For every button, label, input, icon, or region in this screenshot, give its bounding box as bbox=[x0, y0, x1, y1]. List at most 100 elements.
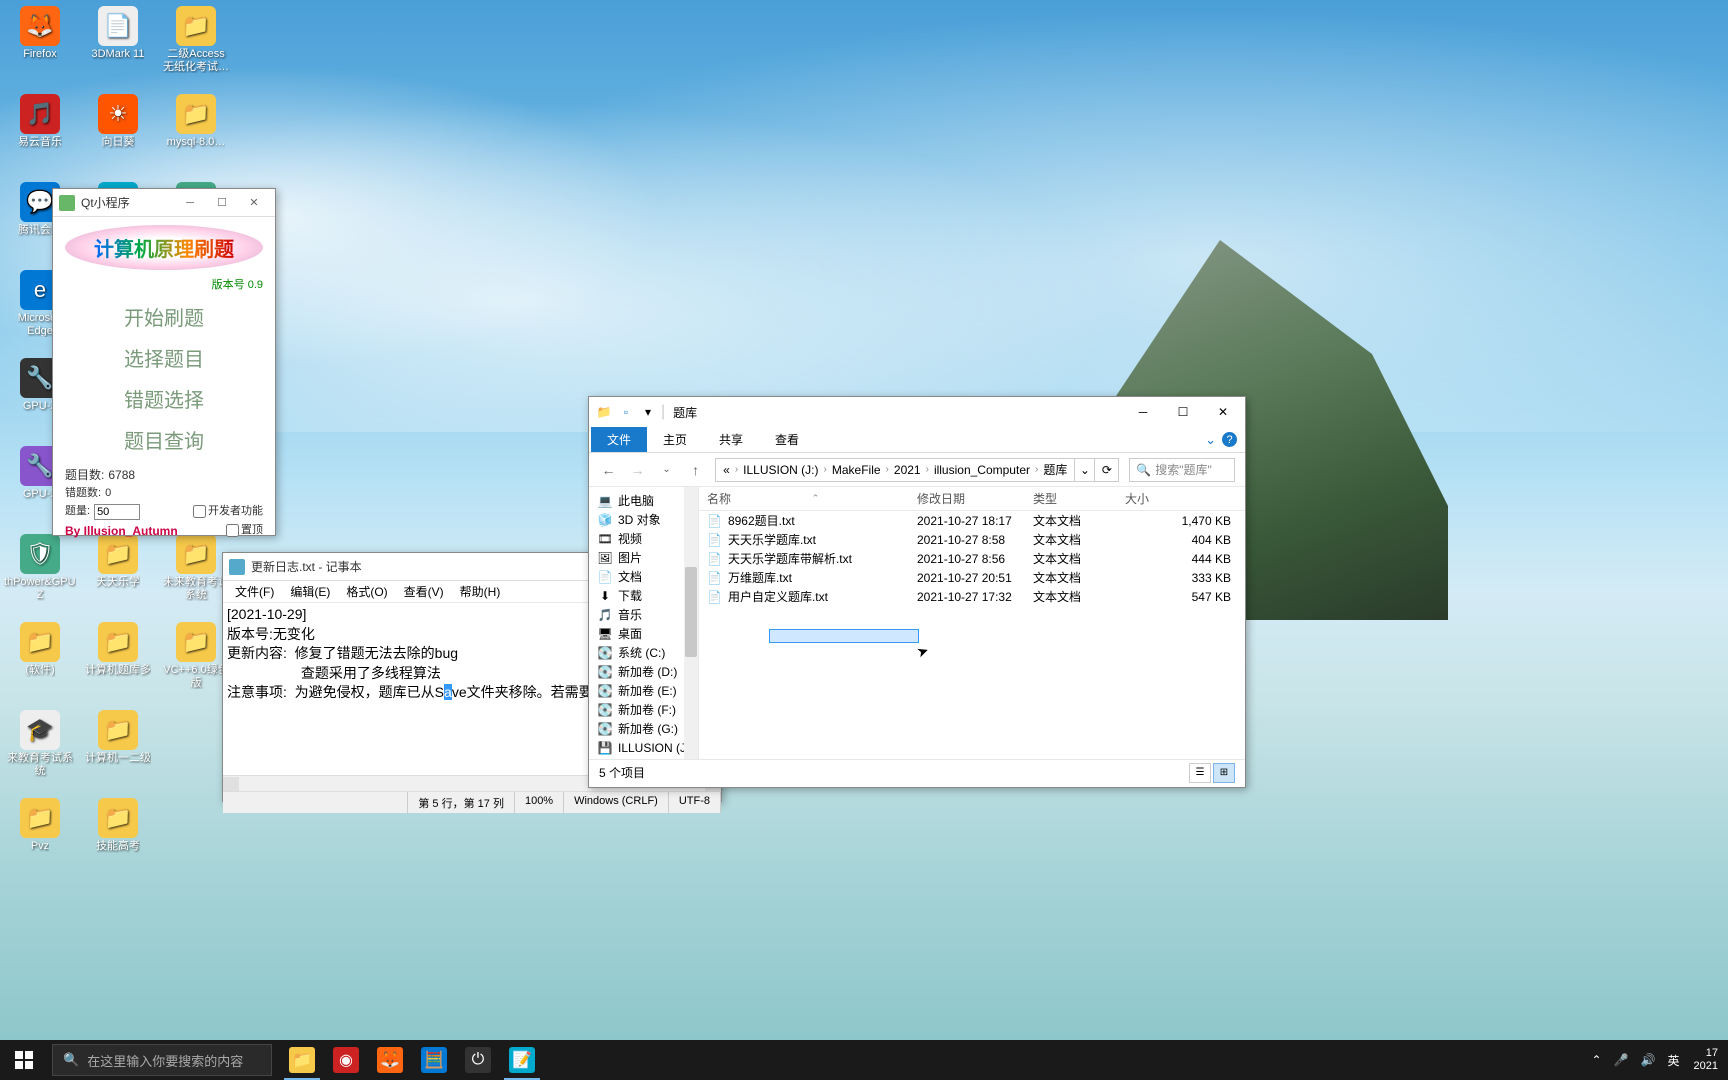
desktop-icon[interactable]: 📁(软件) bbox=[6, 622, 74, 698]
breadcrumb-separator-icon[interactable]: › bbox=[886, 464, 889, 475]
nav-forward-button[interactable]: → bbox=[628, 459, 647, 481]
file-row[interactable]: 📄用户自定义题库.txt2021-10-27 17:32文本文档547 KB bbox=[699, 587, 1245, 606]
tree-item[interactable]: 🎵音乐 bbox=[597, 605, 698, 624]
file-row[interactable]: 📄万维题库.txt2021-10-27 20:51文本文档333 KB bbox=[699, 568, 1245, 587]
desktop-icon[interactable]: 🎓来教育考试系统 bbox=[6, 710, 74, 786]
tray-clock[interactable]: 17 2021 bbox=[1686, 1047, 1726, 1073]
notepad-menu-4[interactable]: 帮助(H) bbox=[452, 581, 509, 602]
search-box[interactable]: 🔍 搜索"题库" bbox=[1129, 458, 1235, 482]
qt-pin-checkbox[interactable]: 置顶 bbox=[226, 522, 263, 540]
column-type[interactable]: 类型 bbox=[1025, 487, 1117, 510]
ribbon-tab-view[interactable]: 查看 bbox=[759, 427, 815, 452]
taskbar-item[interactable]: 📁 bbox=[280, 1040, 324, 1080]
breadcrumb-item[interactable]: ILLUSION (J:) bbox=[740, 463, 821, 477]
qt-menu-item-3[interactable]: 题目查询 bbox=[65, 419, 263, 460]
breadcrumb-item[interactable]: 题库 bbox=[1040, 461, 1070, 478]
tree-item[interactable]: 🧊3D 对象 bbox=[597, 510, 698, 529]
desktop-icon[interactable]: 📁技能高考 bbox=[84, 798, 152, 874]
tree-scrollbar[interactable] bbox=[684, 487, 698, 759]
breadcrumb-item[interactable]: 2021 bbox=[891, 463, 924, 477]
taskbar-search[interactable]: 🔍 在这里输入你要搜索的内容 bbox=[52, 1044, 272, 1076]
tree-item[interactable]: 🎞视频 bbox=[597, 529, 698, 548]
qt-count-input[interactable] bbox=[94, 504, 140, 520]
explorer-titlebar[interactable]: 📁 ▫ ▾ | 题库 ─ ☐ ✕ bbox=[589, 397, 1245, 427]
desktop-icon[interactable]: 🎵易云音乐 bbox=[6, 94, 74, 170]
desktop-icon[interactable]: 📁VC++6.0绿色版 bbox=[162, 622, 230, 698]
qt-menu-item-2[interactable]: 错题选择 bbox=[65, 378, 263, 419]
nav-recent-icon[interactable]: ⌄ bbox=[657, 459, 676, 481]
taskbar-item[interactable]: 🧮 bbox=[412, 1040, 456, 1080]
tree-item[interactable]: 💽新加卷 (F:) bbox=[597, 700, 698, 719]
tray-mic-icon[interactable]: 🎤 bbox=[1608, 1040, 1635, 1080]
tree-item[interactable]: 📄文档 bbox=[597, 567, 698, 586]
qat-dropdown-icon[interactable]: ▾ bbox=[639, 403, 657, 421]
column-date[interactable]: 修改日期 bbox=[909, 487, 1025, 510]
help-icon[interactable]: ? bbox=[1222, 432, 1237, 447]
tray-volume-icon[interactable]: 🔊 bbox=[1635, 1040, 1662, 1080]
start-button[interactable] bbox=[0, 1040, 48, 1080]
qt-titlebar[interactable]: Qt小程序 ─ ☐ ✕ bbox=[53, 189, 275, 217]
taskbar-item[interactable]: 🦊 bbox=[368, 1040, 412, 1080]
nav-back-button[interactable]: ← bbox=[599, 459, 618, 481]
notepad-menu-0[interactable]: 文件(F) bbox=[227, 581, 282, 602]
column-size[interactable]: 大小 bbox=[1117, 487, 1245, 510]
nav-up-button[interactable]: ↑ bbox=[686, 459, 705, 481]
ribbon-tab-home[interactable]: 主页 bbox=[647, 427, 703, 452]
desktop-icon[interactable]: ☀向日葵 bbox=[84, 94, 152, 170]
file-row[interactable]: 📄天天乐学题库.txt2021-10-27 8:58文本文档404 KB bbox=[699, 530, 1245, 549]
view-details-button[interactable]: ☰ bbox=[1189, 763, 1211, 783]
close-button[interactable]: ✕ bbox=[239, 193, 269, 213]
explorer-tree-panel[interactable]: 💻此电脑🧊3D 对象🎞视频🖼图片📄文档⬇下载🎵音乐🖥桌面💽系统 (C:)💽新加卷… bbox=[589, 487, 699, 759]
address-bar[interactable]: « ›ILLUSION (J:)›MakeFile›2021›illusion_… bbox=[715, 458, 1075, 482]
taskbar-item[interactable]: 📝 bbox=[500, 1040, 544, 1080]
desktop-icon[interactable]: 📁计算机一二级 bbox=[84, 710, 152, 786]
breadcrumb-separator-icon[interactable]: › bbox=[1035, 464, 1038, 475]
address-dropdown-icon[interactable]: ⌄ bbox=[1075, 458, 1095, 482]
ribbon-expand-icon[interactable]: ⌄ bbox=[1205, 432, 1216, 448]
explorer-file-list[interactable]: 名称⌃ 修改日期 类型 大小 📄8962题目.txt2021-10-27 18:… bbox=[699, 487, 1245, 759]
tree-item[interactable]: 💽新加卷 (E:) bbox=[597, 681, 698, 700]
tree-item[interactable]: 💽系统 (C:) bbox=[597, 643, 698, 662]
column-name[interactable]: 名称⌃ bbox=[699, 487, 909, 510]
desktop-icon[interactable]: 📁mysql-8.0… bbox=[162, 94, 230, 170]
tray-ime[interactable]: 英 bbox=[1662, 1040, 1686, 1080]
maximize-button[interactable]: ☐ bbox=[207, 193, 237, 213]
breadcrumb-separator-icon[interactable]: › bbox=[735, 464, 738, 475]
desktop-icon[interactable]: 📁计算机题库多 bbox=[84, 622, 152, 698]
taskbar-item[interactable]: ◉ bbox=[324, 1040, 368, 1080]
desktop-icon[interactable]: 📁二级Access无纸化考试… bbox=[162, 6, 230, 82]
qt-menu-item-1[interactable]: 选择题目 bbox=[65, 337, 263, 378]
notepad-menu-1[interactable]: 编辑(E) bbox=[282, 581, 338, 602]
desktop-icon[interactable]: 📄3DMark 11 bbox=[84, 6, 152, 82]
view-icons-button[interactable]: ⊞ bbox=[1213, 763, 1235, 783]
file-row[interactable]: 📄天天乐学题库带解析.txt2021-10-27 8:56文本文档444 KB bbox=[699, 549, 1245, 568]
minimize-button[interactable]: ─ bbox=[175, 193, 205, 213]
tree-item[interactable]: ⬇下载 bbox=[597, 586, 698, 605]
breadcrumb-item[interactable]: illusion_Computer bbox=[931, 463, 1033, 477]
breadcrumb-separator-icon[interactable]: › bbox=[926, 464, 929, 475]
qt-devmode-checkbox[interactable]: 开发者功能 bbox=[193, 503, 263, 521]
tree-item[interactable]: 🖼图片 bbox=[597, 548, 698, 567]
tree-item[interactable]: 💾ILLUSION (J:) bbox=[597, 738, 698, 757]
qt-menu-item-0[interactable]: 开始刷题 bbox=[65, 296, 263, 337]
qat-folder-icon[interactable]: ▫ bbox=[617, 403, 635, 421]
breadcrumb-item[interactable]: MakeFile bbox=[829, 463, 884, 477]
tree-item[interactable]: 💽新加卷 (D:) bbox=[597, 662, 698, 681]
notepad-menu-3[interactable]: 查看(V) bbox=[396, 581, 452, 602]
file-row[interactable]: 📄8962题目.txt2021-10-27 18:17文本文档1,470 KB bbox=[699, 511, 1245, 530]
desktop-icon[interactable]: 🦊Firefox bbox=[6, 6, 74, 82]
close-button[interactable]: ✕ bbox=[1203, 398, 1243, 426]
breadcrumb-item[interactable]: « bbox=[720, 463, 733, 477]
desktop-icon[interactable]: 📁Pvz bbox=[6, 798, 74, 874]
tree-item[interactable]: 💽新加卷 (G:) bbox=[597, 719, 698, 738]
tray-chevron-icon[interactable]: ⌃ bbox=[1586, 1040, 1608, 1080]
notepad-menu-2[interactable]: 格式(O) bbox=[338, 581, 395, 602]
taskbar-item[interactable]: ⏻ bbox=[456, 1040, 500, 1080]
refresh-button[interactable]: ⟳ bbox=[1095, 458, 1119, 482]
maximize-button[interactable]: ☐ bbox=[1163, 398, 1203, 426]
tree-item[interactable]: 💻此电脑 bbox=[597, 491, 698, 510]
tree-item[interactable]: 🖥桌面 bbox=[597, 624, 698, 643]
ribbon-tab-share[interactable]: 共享 bbox=[703, 427, 759, 452]
ribbon-tab-file[interactable]: 文件 bbox=[591, 427, 647, 452]
minimize-button[interactable]: ─ bbox=[1123, 398, 1163, 426]
